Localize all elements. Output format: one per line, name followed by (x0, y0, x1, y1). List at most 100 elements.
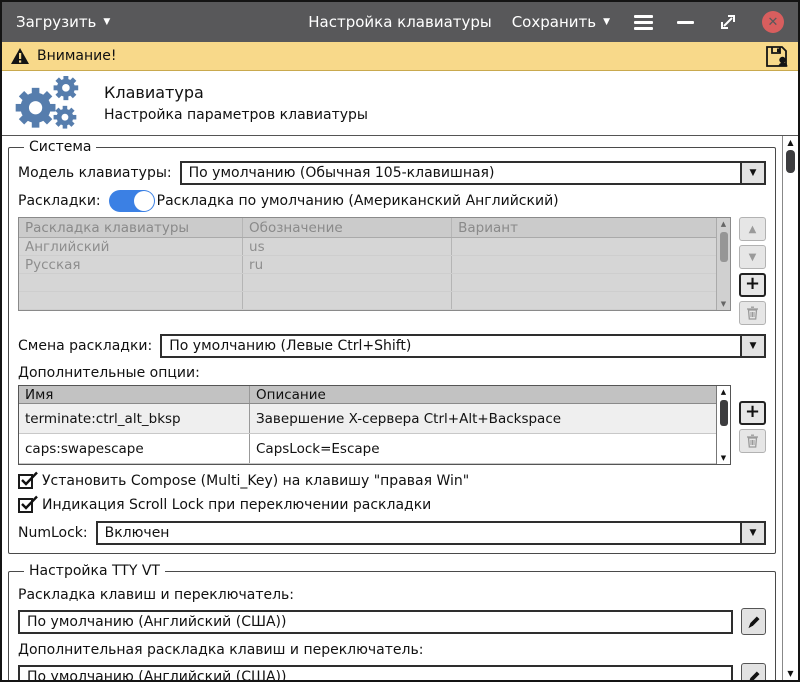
scroll-thumb[interactable] (720, 400, 728, 426)
chevron-down-icon: ▼ (103, 18, 110, 27)
extra-options-label: Дополнительные опции: (18, 365, 766, 381)
table-row[interactable]: terminate:ctrl_alt_bksp Завершение X-сер… (19, 404, 716, 434)
chevron-down-icon: ▼ (603, 18, 610, 27)
switch-layout-label: Смена раскладки: (18, 338, 152, 354)
layouts-label: Раскладки: (18, 193, 101, 209)
scroll-thumb[interactable] (786, 150, 795, 173)
cell-variant (451, 256, 716, 273)
numlock-select[interactable]: Включен ▼ (96, 521, 766, 545)
default-layout-toggle[interactable] (109, 190, 155, 212)
column-header: Имя (19, 386, 249, 403)
minimize-icon[interactable] (677, 21, 694, 24)
keyboard-model-label: Модель клавиатуры: (18, 165, 172, 181)
page-header: Клавиатура Настройка параметров клавиату… (2, 71, 798, 135)
load-menu-button[interactable]: Загрузить ▼ (16, 13, 110, 31)
column-header: Раскладка клавиатуры (19, 218, 242, 237)
chevron-down-icon[interactable]: ▼ (740, 336, 764, 356)
options-table-scrollbar[interactable]: ▲ ▼ (716, 386, 730, 464)
layouts-table: Раскладка клавиатуры Обозначение Вариант… (18, 217, 731, 311)
keyboard-model-select[interactable]: По умолчанию (Обычная 105-клавишная) ▼ (180, 161, 766, 185)
tty-group-legend: Настройка TTY VT (24, 563, 165, 579)
column-header: Описание (249, 386, 716, 403)
menu-icon[interactable] (634, 15, 653, 30)
scrolllock-checkbox-row[interactable]: Индикация Scroll Lock при переключении р… (18, 497, 766, 513)
options-table: Имя Описание terminate:ctrl_alt_bksp Зав… (18, 385, 731, 465)
pencil-icon (746, 669, 761, 680)
table-row-empty (19, 292, 716, 310)
table-row[interactable]: caps:swapescape CapsLock=Escape (19, 434, 716, 464)
page-subtitle: Настройка параметров клавиатуры (104, 107, 368, 123)
compose-checkbox-label: Установить Compose (Multi_Key) на клавиш… (42, 473, 469, 489)
load-menu-label: Загрузить (16, 13, 96, 31)
plus-icon: + (745, 403, 760, 421)
save-menu-button[interactable]: Сохранить ▼ (512, 13, 610, 31)
layouts-toggle-text: Раскладка по умолчанию (Американский Анг… (157, 193, 559, 209)
delete-option-button[interactable] (739, 429, 766, 453)
options-table-header: Имя Описание (19, 386, 716, 404)
gears-icon (10, 76, 82, 130)
table-row-empty (19, 274, 716, 292)
cell-option-desc: CapsLock=Escape (249, 434, 716, 463)
compose-checkbox-row[interactable]: Установить Compose (Multi_Key) на клавиш… (18, 473, 766, 489)
switch-layout-select[interactable]: По умолчанию (Левые Ctrl+Shift) ▼ (160, 334, 766, 358)
table-row[interactable]: Английский us (19, 238, 716, 256)
cell-option-desc: Завершение X-сервера Ctrl+Alt+Backspace (249, 404, 716, 433)
warning-bar: Внимание! (2, 42, 798, 71)
scroll-up-icon[interactable]: ▲ (717, 386, 730, 398)
add-option-button[interactable]: + (739, 401, 766, 425)
system-group: Система Модель клавиатуры: По умолчанию … (8, 139, 776, 554)
numlock-value: Включен (98, 523, 740, 543)
tty-extra-layout-label: Дополнительная раскладка клавиш и перекл… (18, 642, 766, 658)
checkbox-checked-icon[interactable] (18, 474, 33, 489)
tty-extra-layout-field[interactable]: По умолчанию (Английский (США)) (18, 665, 733, 681)
cell-layout: Английский (19, 238, 242, 255)
cell-code: us (242, 238, 451, 255)
settings-scroll-area: Система Модель клавиатуры: По умолчанию … (2, 135, 798, 680)
delete-layout-button[interactable] (739, 301, 766, 325)
keyboard-settings-window: Загрузить ▼ Настройка клавиатуры Сохрани… (0, 0, 800, 682)
table-row[interactable]: Русская ru (19, 256, 716, 274)
cell-variant (451, 238, 716, 255)
expand-icon[interactable] (718, 12, 738, 32)
cell-layout: Русская (19, 256, 242, 273)
close-icon[interactable]: ✕ (762, 11, 784, 33)
edit-tty-layout-button[interactable] (741, 608, 766, 635)
trash-icon (746, 306, 759, 320)
warning-icon (11, 48, 29, 64)
main-scrollbar[interactable]: ▲ ▼ (782, 136, 798, 680)
titlebar: Загрузить ▼ Настройка клавиатуры Сохрани… (2, 2, 798, 42)
keyboard-model-value: По умолчанию (Обычная 105-клавишная) (182, 163, 740, 183)
system-group-legend: Система (24, 139, 96, 155)
trash-icon (746, 434, 759, 448)
scroll-up-icon[interactable]: ▲ (783, 136, 798, 149)
warning-label: Внимание! (37, 48, 116, 64)
column-header: Обозначение (242, 218, 451, 237)
tty-layout-field[interactable]: По умолчанию (Английский (США)) (18, 610, 733, 634)
save-file-icon[interactable] (765, 45, 789, 68)
scroll-up-icon[interactable]: ▲ (717, 218, 730, 230)
tty-layout-label: Раскладка клавиш и переключатель: (18, 587, 766, 603)
numlock-label: NumLock: (18, 525, 88, 541)
move-down-button[interactable]: ▼ (739, 245, 766, 269)
scroll-down-icon[interactable]: ▼ (717, 298, 730, 310)
add-layout-button[interactable]: + (739, 273, 766, 297)
window-title: Настройка клавиатуры (308, 13, 492, 31)
cell-option-name: terminate:ctrl_alt_bksp (19, 404, 249, 433)
toggle-knob (134, 191, 154, 211)
layouts-table-scrollbar[interactable]: ▲ ▼ (716, 218, 730, 310)
layouts-table-header: Раскладка клавиатуры Обозначение Вариант (19, 218, 716, 238)
scroll-thumb[interactable] (720, 232, 728, 262)
save-menu-label: Сохранить (512, 13, 596, 31)
chevron-down-icon[interactable]: ▼ (740, 163, 764, 183)
plus-icon: + (745, 275, 760, 293)
checkbox-checked-icon[interactable] (18, 498, 33, 513)
scroll-down-icon[interactable]: ▼ (717, 452, 730, 464)
edit-tty-extra-layout-button[interactable] (741, 663, 766, 680)
scroll-down-icon[interactable]: ▼ (783, 667, 798, 680)
pencil-icon (746, 614, 761, 629)
move-up-button[interactable]: ▲ (739, 217, 766, 241)
scrolllock-checkbox-label: Индикация Scroll Lock при переключении р… (42, 497, 431, 513)
column-header: Вариант (451, 218, 716, 237)
cell-option-name: caps:swapescape (19, 434, 249, 463)
chevron-down-icon[interactable]: ▼ (740, 523, 764, 543)
